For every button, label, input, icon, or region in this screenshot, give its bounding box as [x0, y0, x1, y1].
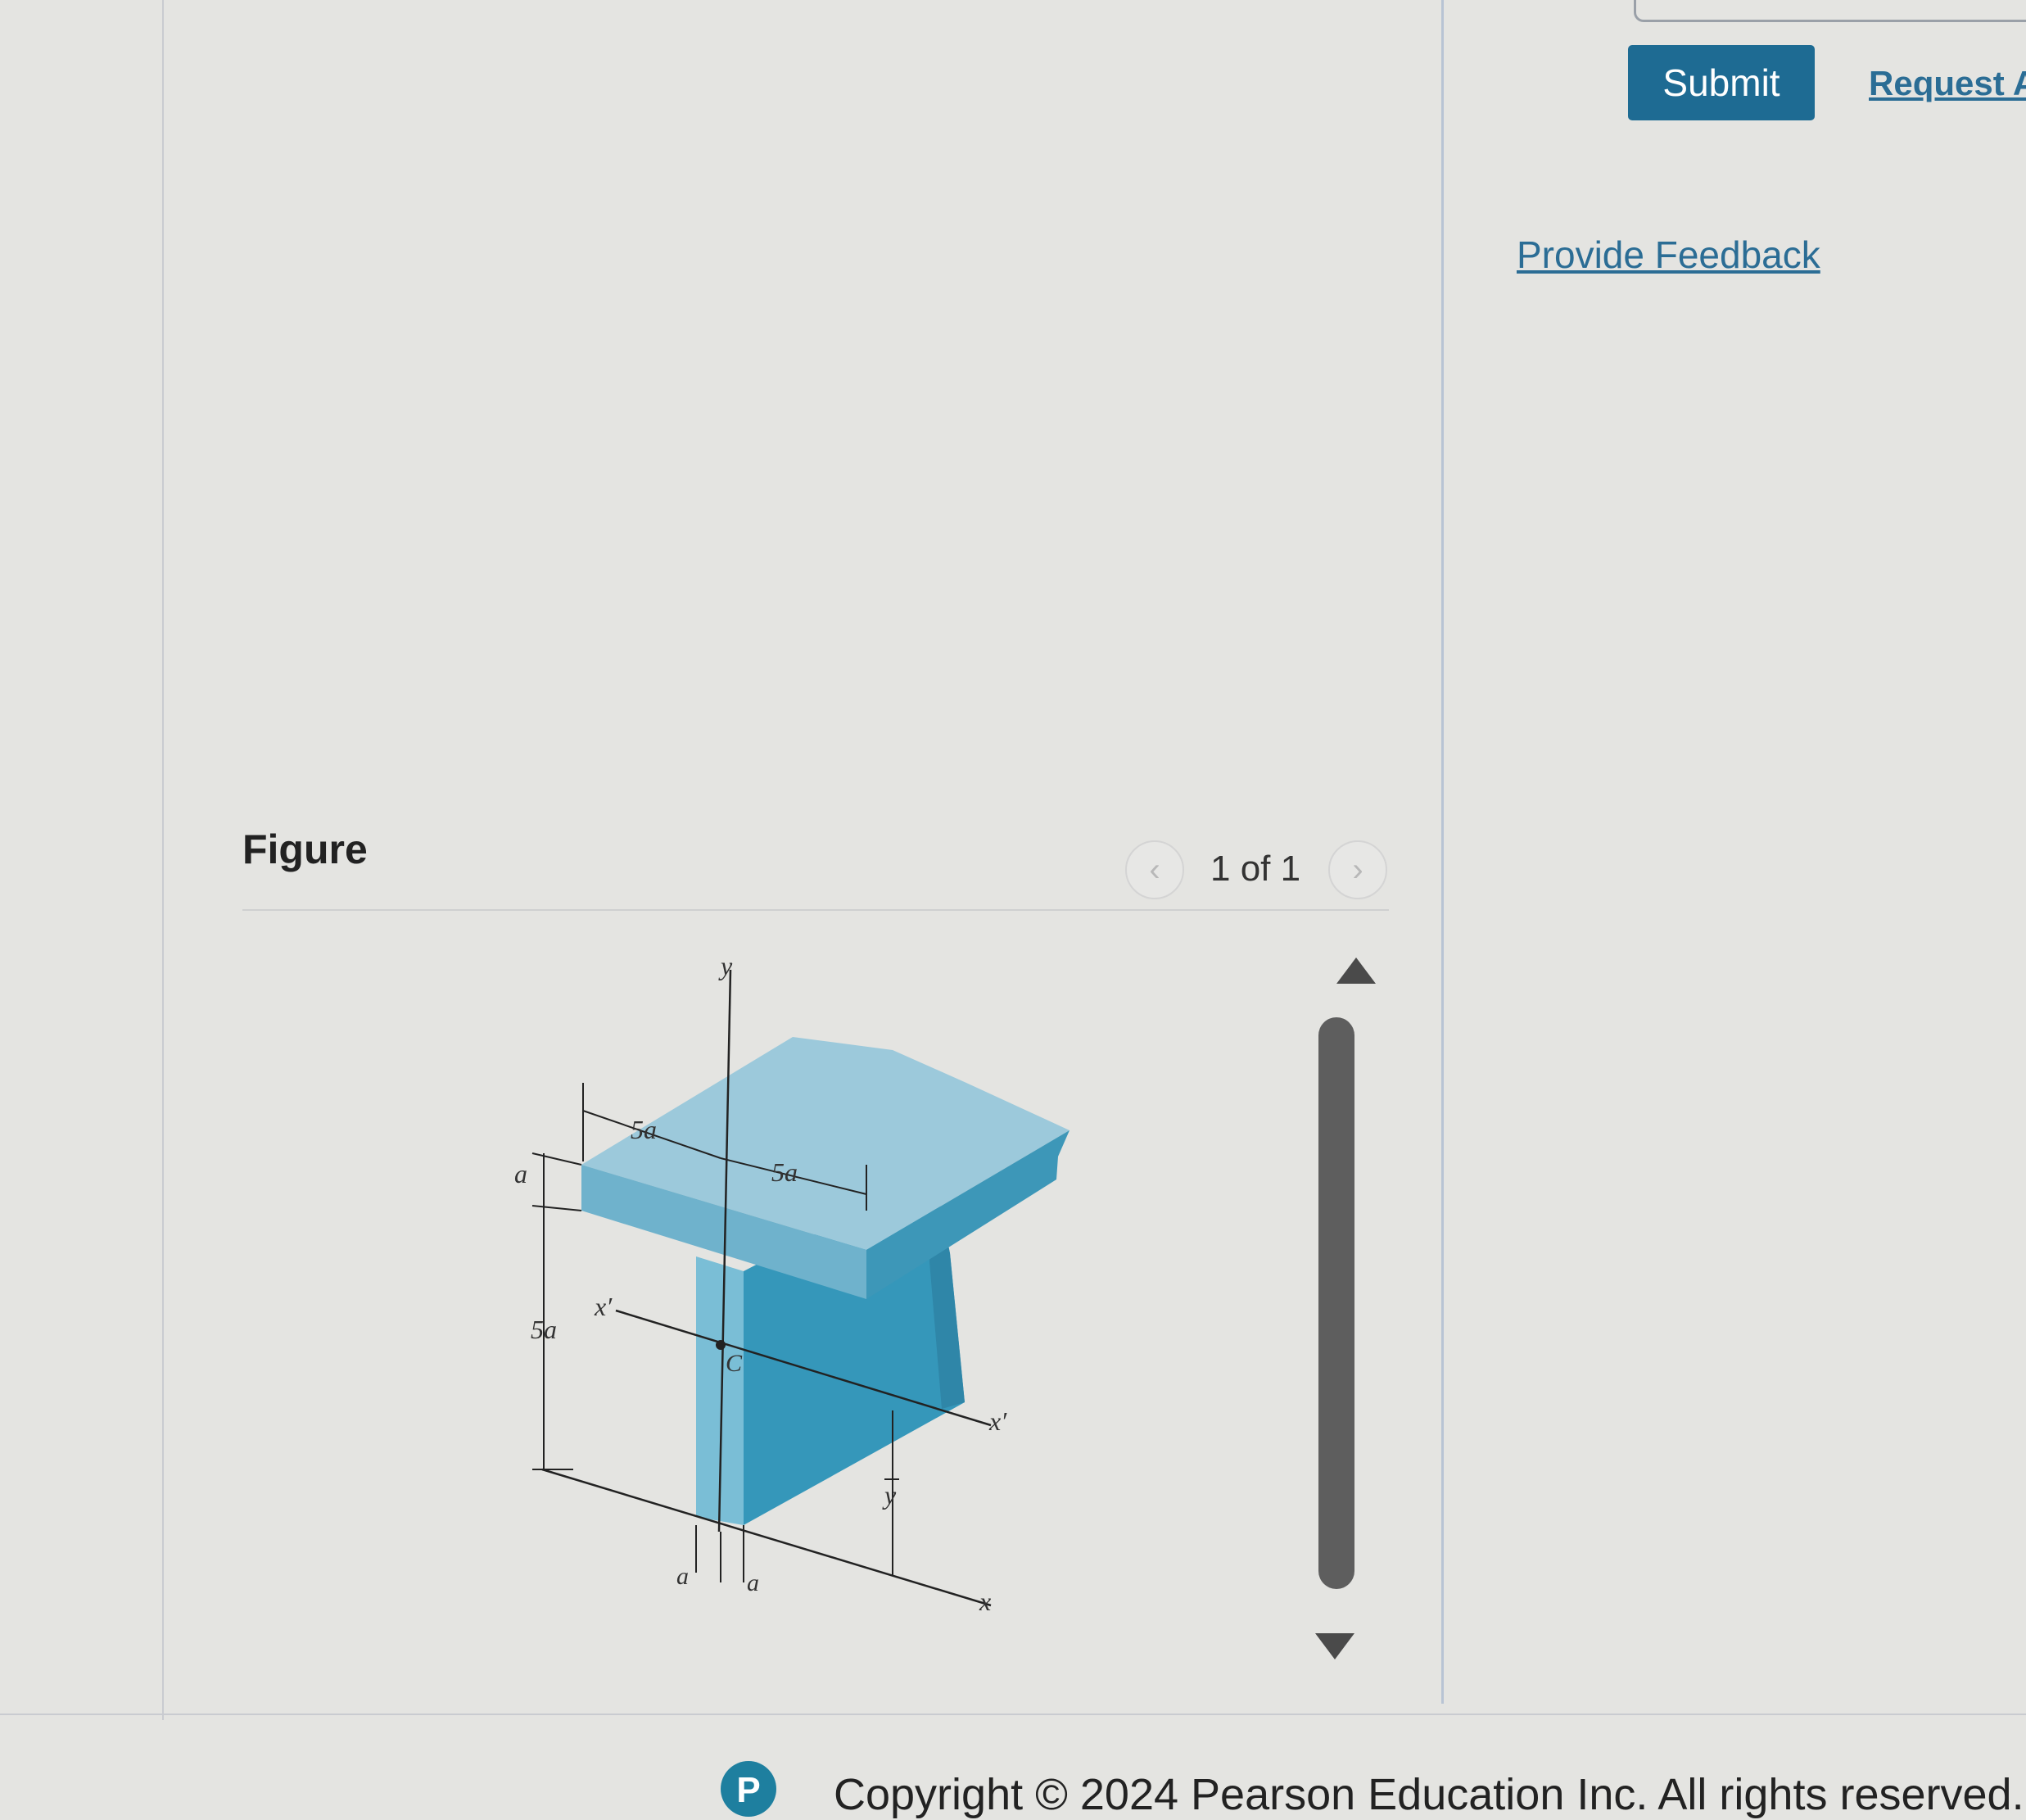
x-prime-label-right: x′ — [988, 1406, 1007, 1436]
triangle-up-icon — [1336, 958, 1376, 984]
chevron-left-icon: ‹ — [1149, 851, 1160, 888]
x-axis-label: x — [979, 1587, 991, 1616]
chevron-right-icon: › — [1352, 851, 1363, 888]
provide-feedback-link[interactable]: Provide Feedback — [1517, 233, 1820, 277]
dim-tick-top — [531, 1152, 582, 1166]
next-figure-button[interactable]: › — [1328, 840, 1387, 899]
request-answer-link[interactable]: Request A — [1869, 64, 2026, 103]
flange-overhang-label: 5a — [631, 1115, 657, 1144]
previous-figure-button[interactable]: ‹ — [1125, 840, 1184, 899]
pearson-logo: P — [721, 1761, 776, 1817]
triangle-down-icon — [1315, 1633, 1354, 1659]
flange-thickness-label: a — [514, 1159, 527, 1188]
footer-divider — [0, 1714, 2026, 1715]
figure-scrollbar-thumb[interactable] — [1318, 1017, 1354, 1589]
answer-input-box[interactable] — [1634, 0, 2026, 22]
submit-button[interactable]: Submit — [1628, 45, 1815, 120]
web-thickness-label-left: a — [676, 1563, 689, 1590]
copyright-text: Copyright © 2024 Pearson Education Inc. … — [834, 1770, 2024, 1819]
t-beam-figure: y x′ x′ C x y a 5a 5a 5a a a — [514, 951, 1070, 1616]
centroid-label: C — [726, 1350, 743, 1377]
dim-tick-mid — [531, 1205, 582, 1211]
web-height-label: 5a — [531, 1315, 557, 1344]
scroll-down-button[interactable] — [1312, 1630, 1358, 1663]
left-panel-divider — [162, 0, 164, 1720]
figure-page-indicator: 1 of 1 — [1210, 849, 1301, 889]
web-thickness-label-right: a — [747, 1569, 759, 1596]
figure-header-divider — [242, 909, 1389, 911]
centroid-point — [716, 1340, 726, 1350]
y-axis-label: y — [718, 951, 733, 980]
scroll-up-button[interactable] — [1333, 954, 1379, 987]
figure-heading: Figure — [242, 826, 368, 872]
y-bar-label: y — [882, 1480, 897, 1510]
flange-width-label: 5a — [771, 1157, 798, 1187]
pearson-logo-letter: P — [736, 1770, 760, 1810]
main-panel-divider — [1441, 0, 1444, 1704]
x-prime-label-left: x′ — [594, 1292, 613, 1321]
